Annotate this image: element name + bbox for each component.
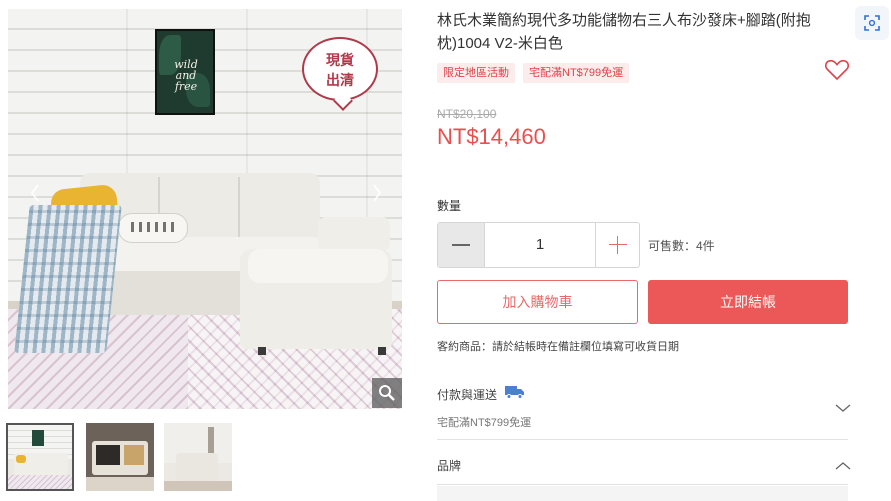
brand-panel [437, 486, 848, 501]
scan-icon [864, 15, 880, 31]
print-pillow [118, 213, 188, 243]
shipping-title: 付款與運送 [437, 388, 498, 402]
brand-title: 品牌 [437, 459, 462, 473]
chevron-right-icon[interactable] [368, 184, 386, 206]
quantity-increase-button[interactable] [595, 223, 639, 267]
product-title: 林氏木業簡約現代多功能儲物右三人布沙發床+腳踏(附抱枕)1004 V2-米白色 [437, 12, 811, 52]
thumbnail-strip [6, 423, 236, 493]
promo-tag[interactable]: 宅配滿NT$799免運 [523, 63, 630, 83]
buy-now-button[interactable]: 立即結帳 [648, 280, 848, 324]
sale-price: NT$14,460 [437, 124, 546, 149]
thumbnail-2[interactable] [86, 423, 154, 491]
promo-tag[interactable]: 限定地區活動 [437, 63, 515, 83]
wall-poster: wild and free [155, 29, 215, 115]
badge-line-2: 出清 [326, 72, 354, 88]
poster-text: wild and free [174, 58, 198, 93]
thumbnail-3[interactable] [164, 423, 232, 491]
magnifier-icon [379, 385, 395, 401]
stock-available: 可售數：4件 [648, 239, 715, 253]
brand-section[interactable]: 品牌 [437, 441, 851, 485]
quantity-input[interactable]: 1 [485, 223, 595, 267]
quantity-decrease-button[interactable] [438, 223, 485, 267]
chevron-up-icon[interactable] [835, 458, 851, 470]
quantity-stepper: 1 [437, 222, 640, 268]
scan-button[interactable] [855, 6, 889, 40]
chevron-left-icon[interactable] [26, 184, 44, 206]
thumbnail-1[interactable] [6, 423, 74, 491]
zoom-button[interactable] [372, 378, 402, 408]
clearance-badge: 現貨 出清 [302, 37, 378, 101]
original-price: NT$20,100 [437, 107, 497, 121]
wishlist-button[interactable] [824, 58, 850, 82]
shipping-section[interactable]: 付款與運送 宅配滿NT$799免運 [437, 372, 851, 440]
chevron-down-icon[interactable] [835, 400, 851, 412]
promo-tags: 限定地區活動 宅配滿NT$799免運 [437, 63, 637, 83]
badge-line-1: 現貨 [326, 52, 354, 68]
add-to-cart-button[interactable]: 加入購物車 [437, 280, 638, 324]
delivery-note: 客約商品：請於結帳時在備註欄位填寫可收貨日期 [437, 341, 679, 353]
throw-blanket [14, 205, 122, 353]
quantity-label: 數量 [437, 199, 462, 213]
heart-icon [824, 59, 850, 81]
truck-icon [505, 385, 525, 404]
shipping-subtitle: 宅配滿NT$799免運 [437, 417, 532, 429]
main-product-image[interactable]: wild and free 現貨 出清 [8, 9, 402, 409]
